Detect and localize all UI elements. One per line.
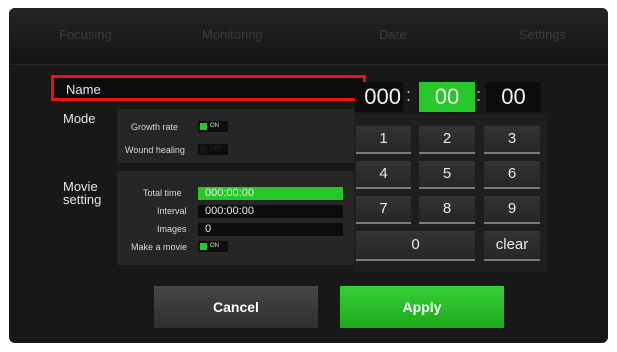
tab-monitoring[interactable]: Monitoring (202, 27, 263, 42)
key-0[interactable]: 0 (356, 231, 475, 261)
name-label: Name (66, 82, 101, 97)
mode-label: Mode (63, 111, 96, 126)
interval-label: Interval (157, 206, 187, 216)
toggle-state: ON (210, 243, 219, 249)
key-5[interactable]: 5 (419, 161, 475, 189)
key-4[interactable]: 4 (356, 161, 411, 189)
key-2[interactable]: 2 (419, 126, 475, 154)
hours-display[interactable]: 000 (355, 82, 403, 112)
tab-settings[interactable]: Settings (519, 27, 566, 42)
total-time-field[interactable]: 000:00:00 (198, 187, 343, 200)
clear-key[interactable]: clear (484, 231, 540, 261)
setting-label: setting (63, 192, 102, 207)
wound-healing-label: Wound healing (125, 145, 185, 155)
toggle-knob (200, 146, 207, 153)
apply-button[interactable]: Apply (340, 286, 504, 328)
app-screen: Focusing Monitoring Date Settings Name M… (9, 8, 608, 343)
key-6[interactable]: 6 (484, 161, 540, 189)
wound-healing-toggle[interactable]: OFF (198, 144, 228, 155)
toggle-state: OFF (210, 146, 222, 152)
name-field[interactable]: Name (51, 75, 366, 101)
toggle-knob (200, 243, 207, 250)
mode-panel: Growth rate ON Wound healing OFF (117, 109, 354, 163)
growth-rate-label: Growth rate (131, 122, 179, 132)
key-1[interactable]: 1 (356, 126, 411, 154)
top-tab-bar: Focusing Monitoring Date Settings (9, 8, 608, 65)
key-9[interactable]: 9 (484, 196, 540, 224)
key-3[interactable]: 3 (484, 126, 540, 154)
key-7[interactable]: 7 (356, 196, 411, 224)
interval-field[interactable]: 000:00:00 (198, 205, 343, 218)
tab-date[interactable]: Date (379, 27, 406, 42)
images-field[interactable]: 0 (198, 223, 343, 236)
toggle-knob (200, 123, 207, 130)
cancel-button[interactable]: Cancel (154, 286, 318, 328)
key-8[interactable]: 8 (419, 196, 475, 224)
minutes-display[interactable]: 00 (419, 82, 475, 112)
growth-rate-toggle[interactable]: ON (198, 121, 228, 132)
movie-setting-panel: Total time 000:00:00 Interval 000:00:00 … (117, 171, 354, 265)
total-time-label: Total time (143, 188, 182, 198)
make-movie-toggle[interactable]: ON (198, 241, 228, 252)
images-label: Images (157, 224, 187, 234)
tab-focusing[interactable]: Focusing (59, 27, 112, 42)
time-separator: : (406, 85, 412, 105)
time-separator: : (476, 85, 482, 105)
make-movie-label: Make a movie (131, 242, 188, 252)
seconds-display[interactable]: 00 (486, 82, 541, 112)
toggle-state: ON (210, 123, 219, 129)
